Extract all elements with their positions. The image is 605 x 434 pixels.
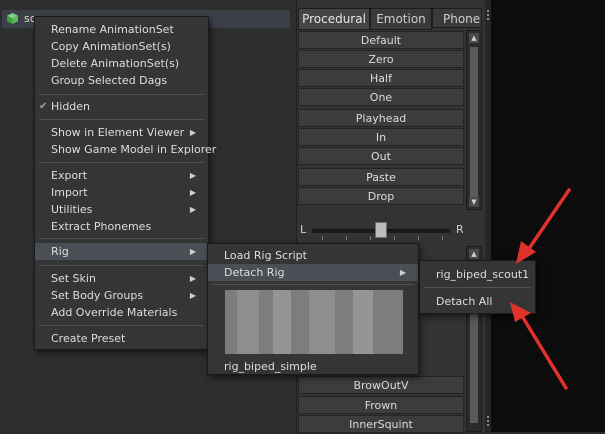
annotation-arrow-icon [516, 188, 571, 264]
annotation-arrows [510, 188, 571, 390]
annotation-arrow-icon [510, 302, 568, 390]
